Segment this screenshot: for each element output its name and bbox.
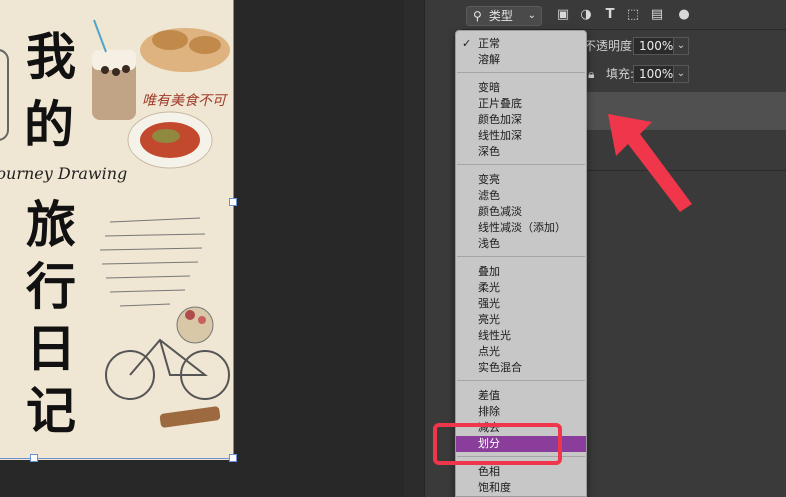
menu-separator: [457, 72, 585, 73]
opacity-row: 不透明度: 100% ⌄: [580, 34, 786, 58]
opacity-slider-button[interactable]: ⌄: [673, 37, 689, 55]
title-char-2: 的: [24, 95, 74, 154]
blend-item-hard-mix[interactable]: 实色混合: [456, 360, 586, 376]
food-caption: 唯有美食不可: [142, 93, 226, 109]
blend-item-darker-color[interactable]: 深色: [456, 144, 586, 160]
blend-item-saturation[interactable]: 饱和度: [456, 480, 586, 496]
document-canvas-area[interactable]: 我 的 Journey Drawing 旅 行 日 记 唯有美食不可: [0, 0, 404, 497]
image-filter-icon[interactable]: ▣: [555, 7, 571, 23]
blend-item-linear-light[interactable]: 线性光: [456, 328, 586, 344]
fill-slider-button[interactable]: ⌄: [673, 65, 689, 83]
fill-label: 填充:: [606, 67, 635, 81]
blend-item-soft-light[interactable]: 柔光: [456, 280, 586, 296]
title-char-1: 我: [26, 27, 76, 86]
blend-item-linear-burn[interactable]: 线性加深: [456, 128, 586, 144]
document-image: 我 的 Journey Drawing 旅 行 日 记 唯有美食不可: [0, 0, 234, 460]
transform-handle-bottom-middle[interactable]: [30, 454, 38, 462]
text-filter-icon[interactable]: T: [602, 7, 618, 23]
title-char-3: 旅: [26, 195, 76, 254]
smart-object-filter-icon[interactable]: ▤: [649, 7, 665, 23]
adjustment-filter-icon[interactable]: ◑: [578, 7, 594, 23]
toggle-filter-icon[interactable]: ●: [676, 7, 692, 23]
menu-separator: [457, 380, 585, 381]
layer-filter-bar: ⚲ 类型 ⌄ ▣ ◑ T ⬚ ▤ ●: [462, 0, 786, 30]
blend-item-hue[interactable]: 色相: [456, 464, 586, 480]
chevron-down-icon: ⌄: [527, 10, 536, 21]
blend-item-dissolve[interactable]: 溶解: [456, 52, 586, 68]
filter-kind-label: 类型: [488, 9, 513, 23]
blend-item-pin-light[interactable]: 点光: [456, 344, 586, 360]
blend-item-linear-dodge[interactable]: 线性减淡（添加）: [456, 220, 586, 236]
blend-item-exclusion[interactable]: 排除: [456, 404, 586, 420]
title-char-5: 日: [26, 319, 76, 378]
lock-icon[interactable]: 🔒︎: [588, 62, 594, 86]
blend-item-difference[interactable]: 差值: [456, 388, 586, 404]
search-icon: ⚲: [473, 9, 482, 23]
blend-item-lighter-color[interactable]: 浅色: [456, 236, 586, 252]
annotation-highlight-box: [433, 423, 562, 465]
blend-item-lighten[interactable]: 变亮: [456, 172, 586, 188]
fill-row: 🔒︎ 填充: 100% ⌄: [580, 62, 786, 86]
menu-separator: [457, 164, 585, 165]
blend-item-multiply[interactable]: 正片叠底: [456, 96, 586, 112]
blend-item-normal[interactable]: ✓ 正常: [456, 36, 586, 52]
menu-separator: [457, 256, 585, 257]
title-char-6: 记: [26, 381, 76, 440]
blend-item-vivid-light[interactable]: 亮光: [456, 312, 586, 328]
blend-item-hard-light[interactable]: 强光: [456, 296, 586, 312]
annotation-arrow-icon: [608, 114, 692, 212]
shape-filter-icon[interactable]: ⬚: [625, 7, 641, 23]
blend-item-color-dodge[interactable]: 颜色减淡: [456, 204, 586, 220]
blend-item-color-burn[interactable]: 颜色加深: [456, 112, 586, 128]
blend-item-darken[interactable]: 变暗: [456, 80, 586, 96]
blend-item-screen[interactable]: 滤色: [456, 188, 586, 204]
transform-handle-bottom-right[interactable]: [229, 454, 237, 462]
panel-gutter: [404, 0, 424, 497]
blend-item-overlay[interactable]: 叠加: [456, 264, 586, 280]
journey-drawing-text: Journey Drawing: [0, 164, 128, 183]
filter-kind-select[interactable]: ⚲ 类型 ⌄: [466, 6, 542, 26]
transform-handle-right-middle[interactable]: [229, 198, 237, 206]
checkmark-icon: ✓: [462, 37, 472, 50]
title-char-4: 行: [26, 257, 76, 316]
opacity-label: 不透明度:: [584, 39, 637, 53]
